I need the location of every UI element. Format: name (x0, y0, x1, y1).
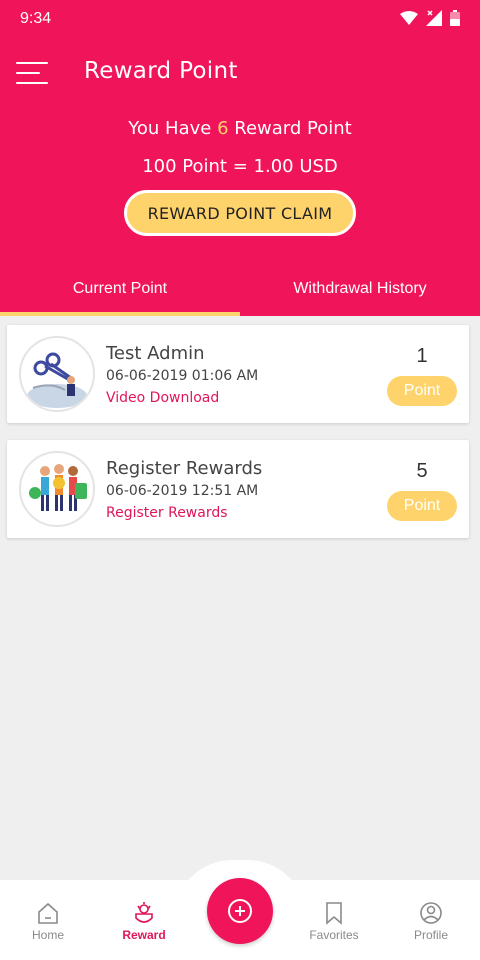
reward-claim-button[interactable]: REWARD POINT CLAIM (124, 190, 356, 236)
scissors-worker-icon (19, 336, 95, 412)
nav-favorites[interactable]: Favorites (286, 900, 382, 942)
reward-title: Register Rewards (106, 458, 263, 479)
conversion-rate: 100 Point = 1.00 USD (142, 156, 338, 177)
reward-icon (135, 902, 153, 923)
reward-title: Test Admin (106, 343, 205, 364)
reward-points: 1 (416, 345, 428, 367)
status-time: 9:34 (20, 10, 52, 27)
reward-summary: You Have 6 Reward Point (0, 118, 480, 139)
reward-date: 06-06-2019 12:51 AM (106, 483, 259, 499)
reward-prefix: You Have (128, 118, 212, 139)
nav-favorites-label: Favorites (309, 928, 359, 942)
bookmark-icon (326, 902, 342, 925)
hamburger-menu-icon[interactable] (16, 62, 48, 86)
reward-type: Register Rewards (106, 505, 228, 521)
tab-bar: Current Point Withdrawal History (0, 270, 480, 316)
nav-home-label: Home (31, 928, 64, 942)
page-title: Reward Point (84, 58, 238, 84)
reward-count: 6 (217, 118, 229, 139)
nav-home[interactable]: Home (0, 900, 96, 942)
profile-icon (420, 902, 442, 924)
reward-suffix: Reward Point (234, 118, 352, 139)
home-icon (38, 902, 58, 924)
reward-card[interactable]: Register Rewards 06-06-2019 12:51 AM Reg… (7, 440, 469, 538)
reward-card[interactable]: Test Admin 06-06-2019 01:06 AM Video Dow… (7, 325, 469, 423)
plus-circle-icon (228, 899, 252, 923)
reward-points: 5 (416, 460, 428, 482)
tab-current-point[interactable]: Current Point (0, 270, 240, 316)
point-badge: Point (387, 376, 457, 406)
nav-profile-label: Profile (413, 928, 448, 942)
reward-type: Video Download (106, 390, 220, 406)
tab-withdrawal-history[interactable]: Withdrawal History (240, 270, 480, 316)
nav-reward-label: Reward (122, 928, 166, 942)
header: Reward Point You Have 6 Reward Point 100… (0, 40, 480, 316)
battery-icon (450, 10, 460, 26)
add-button[interactable] (207, 878, 273, 944)
active-tab-indicator (0, 312, 240, 316)
wifi-icon (400, 11, 418, 25)
status-bar: 9:34 (0, 0, 480, 40)
reward-date: 06-06-2019 01:06 AM (106, 368, 259, 384)
status-icons (400, 10, 460, 26)
point-badge: Point (387, 491, 457, 521)
signal-icon (426, 10, 442, 26)
people-money-icon (19, 451, 95, 527)
nav-reward[interactable]: Reward (96, 900, 192, 942)
nav-profile[interactable]: Profile (383, 900, 479, 942)
